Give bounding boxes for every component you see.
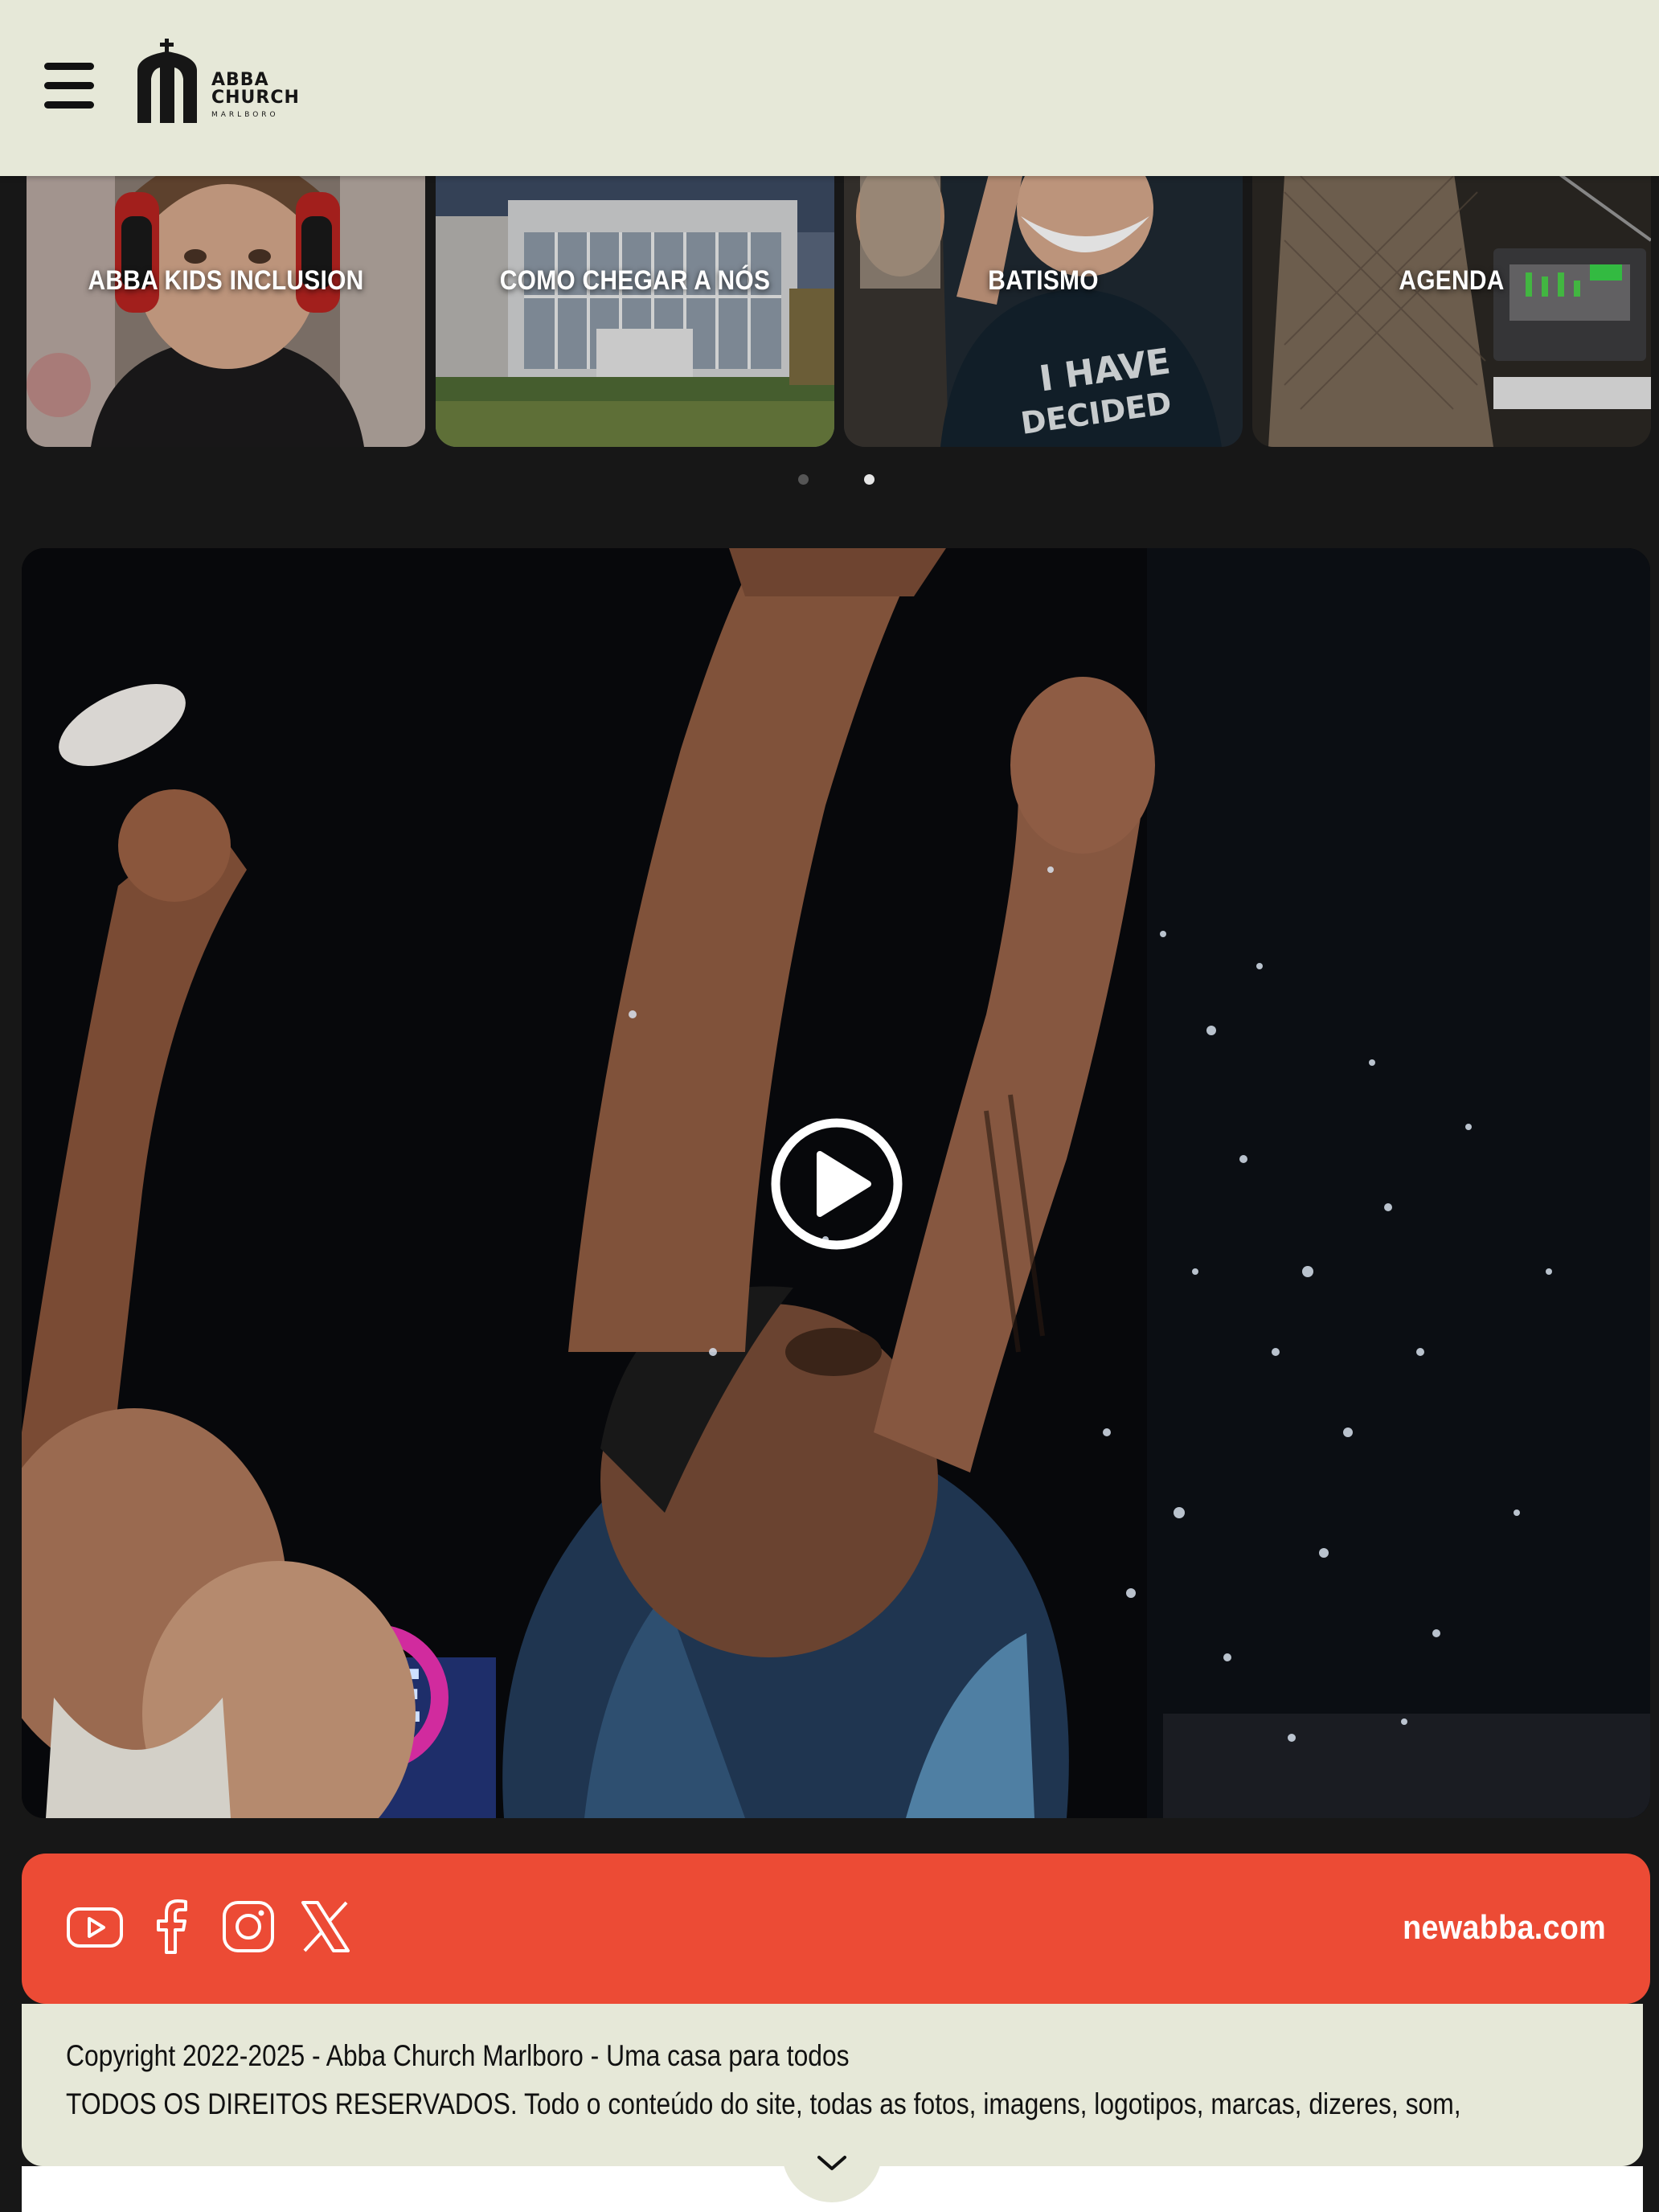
- hamburger-menu-icon[interactable]: [44, 63, 94, 109]
- church-logo-icon: [137, 39, 197, 123]
- logo-text-church: CHURCH: [211, 88, 300, 108]
- quick-links-carousel: ABBA KIDS INCLUSION COMO CHEGAR A NÓS I …: [0, 176, 1659, 449]
- card-agenda[interactable]: AGENDA: [1252, 176, 1651, 447]
- card-image-keyboard: [1252, 176, 1651, 447]
- play-icon[interactable]: [770, 1117, 903, 1251]
- card-label: COMO CHEGAR A NÓS: [499, 265, 771, 296]
- rights-text: TODOS OS DIREITOS RESERVADOS. Todo o con…: [66, 2087, 1461, 2120]
- card-image-kid: [27, 176, 425, 447]
- carousel-pagination: [0, 474, 1659, 485]
- logo-text-abba: ABBA: [211, 70, 269, 90]
- instagram-icon[interactable]: [219, 1898, 277, 1956]
- card-abba-kids-inclusion[interactable]: ABBA KIDS INCLUSION: [27, 176, 425, 447]
- card-image-building: [436, 176, 834, 447]
- youtube-icon[interactable]: [66, 1898, 124, 1956]
- carousel-dot-1[interactable]: [798, 474, 809, 485]
- card-label: BATISMO: [988, 265, 1099, 296]
- logo-text-marlboro: MARLBORO: [211, 111, 279, 119]
- card-label: AGENDA: [1399, 265, 1505, 296]
- card-como-chegar[interactable]: COMO CHEGAR A NÓS: [436, 176, 834, 447]
- site-header: ABBA CHURCH MARLBORO: [0, 0, 1659, 176]
- church-logo[interactable]: ABBA CHURCH MARLBORO: [135, 39, 299, 123]
- website-link[interactable]: newabba.com: [1403, 1908, 1606, 1947]
- copyright-text: Copyright 2022-2025 - Abba Church Marlbo…: [66, 2039, 850, 2072]
- carousel-dot-2-active[interactable]: [864, 474, 875, 485]
- card-image-baptism: I HAVE DECIDED: [844, 176, 1243, 447]
- social-links-bar: newabba.com: [22, 1854, 1650, 2004]
- card-batismo[interactable]: I HAVE DECIDED BATISMO: [844, 176, 1243, 447]
- facebook-icon[interactable]: [142, 1898, 200, 1956]
- chevron-down-icon: [817, 2156, 846, 2170]
- card-label: ABBA KIDS INCLUSION: [88, 265, 364, 296]
- x-icon[interactable]: [297, 1898, 354, 1956]
